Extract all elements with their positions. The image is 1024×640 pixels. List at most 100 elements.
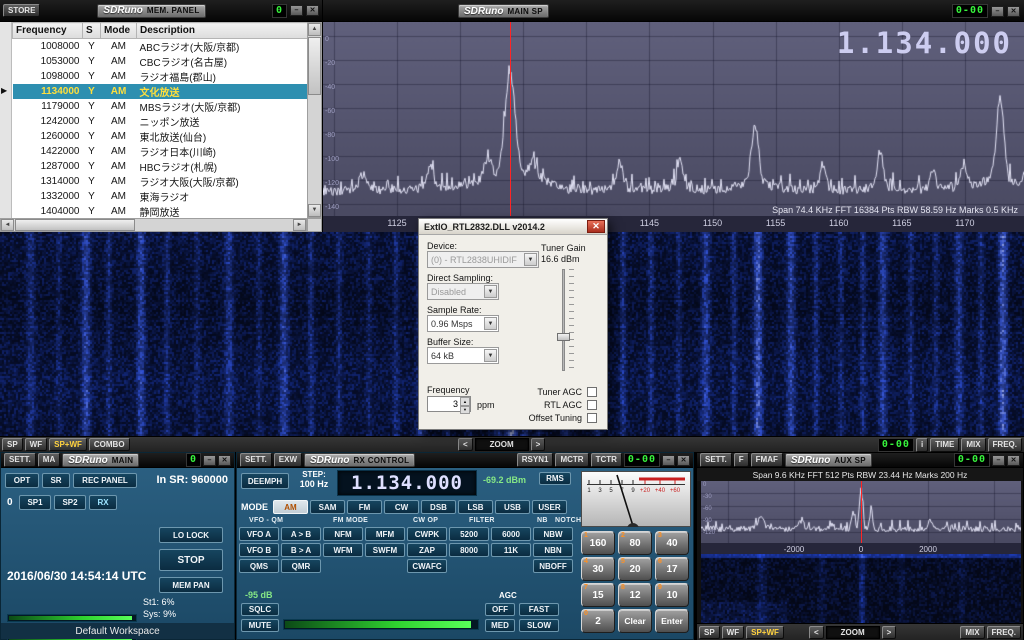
mem-table-row[interactable]: 1008000 Y AM ABCラジオ(大阪/京都)	[13, 39, 309, 54]
main-spectrum[interactable]: 1.134.000 Span 74.4 KHz FFT 16384 Pts RB…	[323, 22, 1024, 216]
keypad-button-30[interactable]: 30 4	[581, 557, 615, 581]
rx-button-cwpk[interactable]: CWPK	[407, 527, 447, 541]
minimize-icon[interactable]: –	[992, 454, 1005, 466]
dialog-titlebar[interactable]: ExtIO_RTL2832.DLL v2014.2 ✕	[419, 219, 607, 235]
mix-button[interactable]: MIX	[960, 626, 985, 640]
sqlc-button[interactable]: SQLC	[241, 603, 279, 616]
mode-button-cw[interactable]: CW	[384, 500, 419, 514]
zoom-in-button[interactable]: >	[881, 626, 897, 640]
device-select[interactable]: (0) - RTL2838UHIDIF ▼	[427, 251, 539, 268]
mode-button-user[interactable]: USER	[532, 500, 567, 514]
aux-title-chip[interactable]: SDRuno AUX SP	[784, 453, 872, 467]
fmaf-button[interactable]: FMAF	[750, 453, 783, 467]
sp-view-button[interactable]: SP	[699, 626, 720, 640]
mix-button[interactable]: MIX	[961, 438, 986, 452]
offset-tuning-checkbox[interactable]	[587, 413, 597, 423]
lo-lock-button[interactable]: LO LOCK	[159, 527, 223, 543]
sp2-button[interactable]: SP2	[54, 495, 86, 510]
combo-view-button[interactable]: COMBO	[88, 438, 130, 452]
keypad-button-80[interactable]: 80 2	[618, 531, 652, 555]
time-button[interactable]: TIME	[930, 438, 960, 452]
agc-med-button[interactable]: MED	[485, 619, 515, 632]
scroll-thumb[interactable]	[15, 219, 135, 231]
keypad-button-20[interactable]: 20 5	[618, 557, 652, 581]
minimize-icon[interactable]: –	[203, 454, 216, 466]
rx-button-qms[interactable]: QMS	[239, 559, 279, 573]
mode-button-fm[interactable]: FM	[347, 500, 382, 514]
rx-button-6000[interactable]: 6000	[491, 527, 531, 541]
aux-spectrum[interactable]: 0 -30 -60 -90 -120	[701, 481, 1021, 543]
keypad-button-15[interactable]: 15 7	[581, 583, 615, 607]
keypad-button-40[interactable]: 40 3	[655, 531, 689, 555]
sp1-button[interactable]: SP1	[19, 495, 51, 510]
mode-button-usb[interactable]: USB	[495, 500, 530, 514]
zoom-in-button[interactable]: >	[530, 438, 546, 452]
close-icon[interactable]: ✕	[218, 454, 231, 466]
sp-view-button[interactable]: SP	[2, 438, 23, 452]
mem-table-row[interactable]: 1404000 Y AM 静岡放送	[13, 204, 309, 218]
freq-button[interactable]: FREQ.	[987, 438, 1022, 452]
horizontal-scrollbar[interactable]: ◄ ►	[0, 218, 307, 232]
mem-table-row[interactable]: 1260000 Y AM 東北放送(仙台)	[13, 129, 309, 144]
keypad-button-10[interactable]: 10 9	[655, 583, 689, 607]
rx-button-vfo-b[interactable]: VFO B	[239, 543, 279, 557]
scroll-up-icon[interactable]: ▲	[308, 23, 321, 36]
minimize-icon[interactable]: –	[991, 5, 1004, 17]
keypad-button-2[interactable]: 20	[581, 609, 615, 633]
store-button[interactable]: STORE	[3, 3, 41, 18]
sp-wf-view-button[interactable]: SP+WF	[49, 438, 87, 452]
rx-button-wfm[interactable]: WFM	[323, 543, 363, 557]
sr-button[interactable]: SR	[42, 473, 70, 488]
rx-button-5200[interactable]: 5200	[449, 527, 489, 541]
rx-button-cwafc[interactable]: CWAFC	[407, 559, 447, 573]
exw-button[interactable]: EXW	[273, 453, 303, 467]
rx-button-a-b[interactable]: A > B	[281, 527, 321, 541]
ppm-spinner[interactable]: ▲ ▼	[460, 397, 470, 414]
tuner-agc-checkbox[interactable]	[587, 387, 597, 397]
mode-button-am[interactable]: AM	[273, 500, 308, 514]
rx-button[interactable]: RX	[89, 495, 117, 510]
col-frequency[interactable]: Frequency	[12, 22, 83, 39]
zoom-out-button[interactable]: <	[458, 438, 473, 452]
squelch-slider[interactable]	[283, 619, 479, 630]
aux-waterfall[interactable]	[701, 554, 1021, 623]
agc-slow-button[interactable]: SLOW	[519, 619, 559, 632]
rx-button-zap[interactable]: ZAP	[407, 543, 447, 557]
rx-button-8000[interactable]: 8000	[449, 543, 489, 557]
chevron-down-icon[interactable]: ▼	[484, 285, 497, 298]
spinner-down-icon[interactable]: ▼	[460, 406, 470, 414]
mode-button-lsb[interactable]: LSB	[458, 500, 493, 514]
col-description[interactable]: Description	[136, 22, 308, 39]
keypad-button-17[interactable]: 17 6	[655, 557, 689, 581]
mem-table-row[interactable]: 1134000 Y AM 文化放送	[12, 84, 308, 99]
chevron-down-icon[interactable]: ▼	[524, 253, 537, 266]
wf-view-button[interactable]: WF	[721, 626, 745, 640]
buffer-size-select[interactable]: 64 kB ▼	[427, 347, 499, 364]
main-title-chip[interactable]: SDRuno MAIN	[62, 453, 140, 467]
info-button[interactable]: i	[915, 438, 929, 452]
scroll-left-icon[interactable]: ◄	[1, 219, 14, 231]
col-mode[interactable]: Mode	[100, 22, 137, 39]
rx-button-11k[interactable]: 11K	[491, 543, 531, 557]
settings-button[interactable]: SETT.	[700, 453, 732, 467]
minimize-icon[interactable]: –	[290, 5, 303, 16]
opt-button[interactable]: OPT	[5, 473, 39, 488]
rx-button-swfm[interactable]: SWFM	[365, 543, 405, 557]
tctr-button[interactable]: TCTR	[590, 453, 622, 467]
mem-title-chip[interactable]: SDRuno MEM. PANEL	[97, 3, 206, 18]
step-control[interactable]: STEP: 100 Hz	[293, 470, 335, 489]
close-icon[interactable]: ✕	[1007, 454, 1020, 466]
settings-button[interactable]: SETT.	[4, 453, 36, 467]
sample-rate-select[interactable]: 0.96 Msps ▼	[427, 315, 499, 332]
rx-button-nbw[interactable]: NBW	[533, 527, 573, 541]
zoom-out-button[interactable]: <	[809, 626, 824, 640]
chevron-down-icon[interactable]: ▼	[484, 317, 497, 330]
stop-button[interactable]: STOP	[159, 549, 223, 571]
vertical-scrollbar[interactable]: ▲ ▼	[307, 22, 322, 218]
deemph-button[interactable]: DEEMPH	[241, 473, 289, 489]
col-s[interactable]: S	[82, 22, 101, 39]
mem-table-row[interactable]: 1332000 Y AM 東海ラジオ	[13, 189, 309, 204]
agc-fast-button[interactable]: FAST	[519, 603, 559, 616]
f-button[interactable]: F	[733, 453, 749, 467]
mem-table-row[interactable]: 1287000 Y AM HBCラジオ(札幌)	[13, 159, 309, 174]
